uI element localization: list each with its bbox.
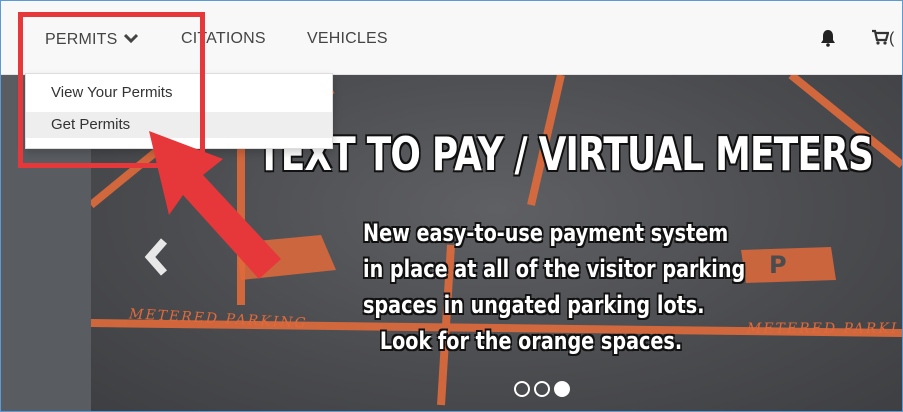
carousel-dot[interactable] bbox=[514, 381, 530, 397]
cart-icon bbox=[871, 29, 890, 47]
nav-vehicles[interactable]: VEHICLES bbox=[307, 30, 388, 48]
slide-body-line: in place at all of the visitor parking bbox=[363, 255, 746, 283]
bell-icon[interactable] bbox=[819, 29, 837, 47]
cart-button[interactable]: ( bbox=[871, 29, 894, 48]
cart-count-text: ( bbox=[889, 30, 895, 47]
slide-body-line: spaces in ungated parking lots. bbox=[363, 291, 705, 319]
carousel-indicators bbox=[514, 381, 574, 397]
carousel-dot[interactable] bbox=[534, 381, 550, 397]
carousel-dot-active[interactable] bbox=[554, 381, 570, 397]
slide-title: TEXT TO PAY / VIRTUAL METERS bbox=[257, 127, 874, 181]
slide-body: New easy-to-use payment system in place … bbox=[363, 215, 746, 359]
slide-body-line: New easy-to-use payment system bbox=[363, 219, 729, 247]
svg-text:P: P bbox=[769, 251, 787, 279]
browser-frame: PERMITS CITATIONS VEHICLES (P METERED P… bbox=[0, 0, 903, 412]
slide-body-line: Look for the orange spaces. bbox=[379, 327, 683, 355]
painted-metered-parking-right: METERED PARKI bbox=[747, 321, 899, 337]
annotation-arrow-icon bbox=[149, 131, 281, 279]
